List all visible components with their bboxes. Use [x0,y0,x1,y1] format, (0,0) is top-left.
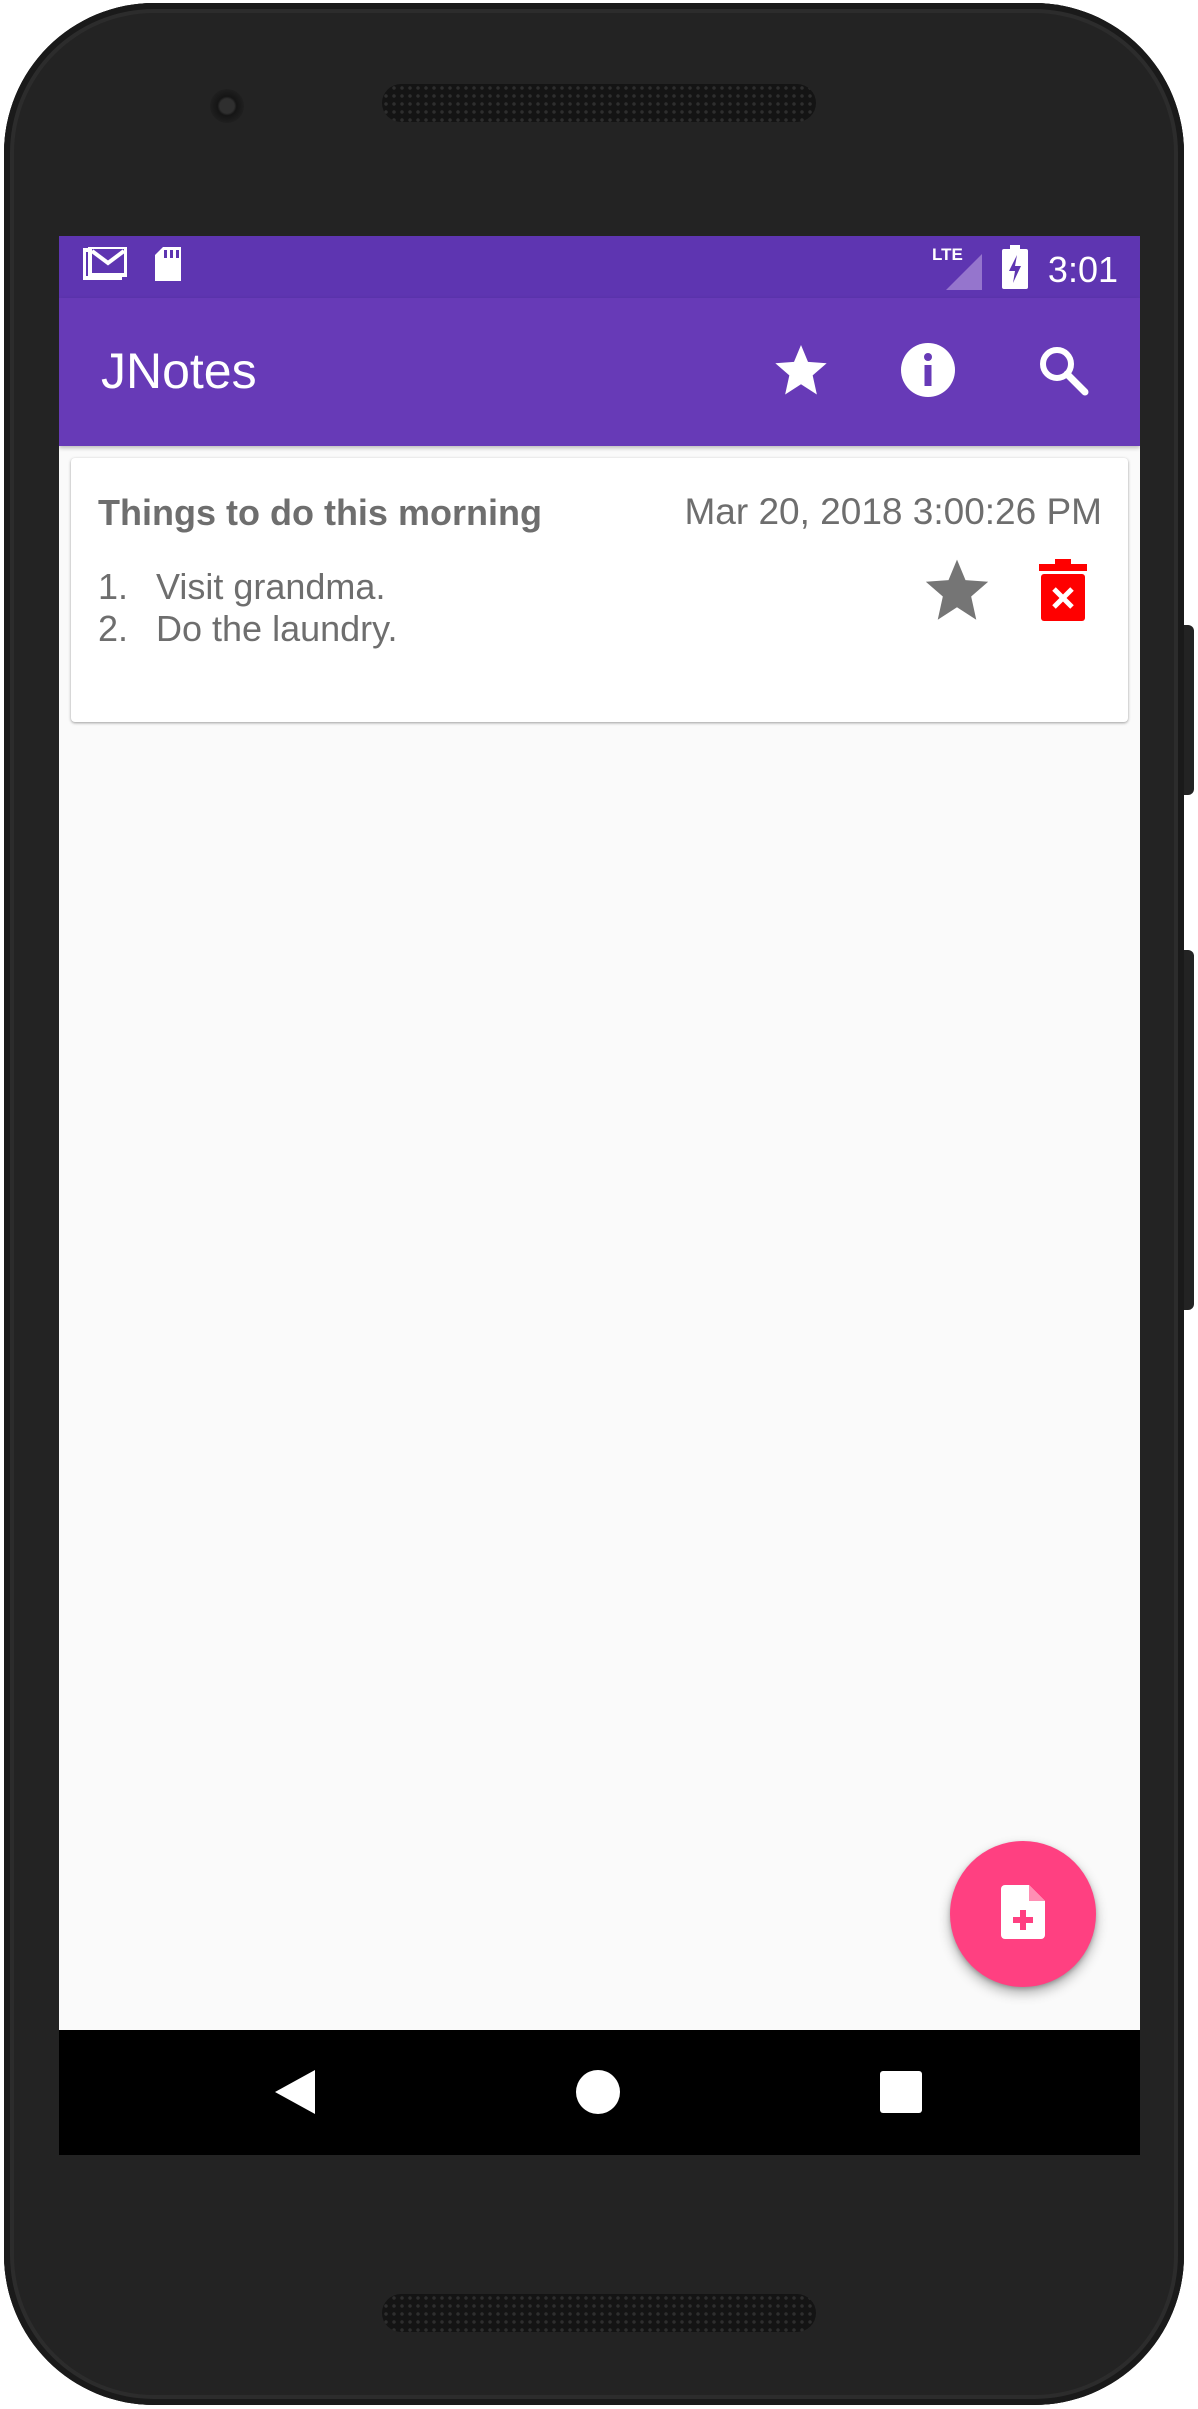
volume-button [1184,625,1194,795]
status-time: 3:01 [1047,248,1118,290]
star-icon [923,557,991,628]
note-favorite-button[interactable] [919,554,995,630]
list-text: Do the laundry. [156,608,398,649]
phone-frame: LTE 3:01 JNotes Things to do this mornin… [4,3,1184,2405]
list-number: 1. [98,566,129,607]
top-speaker [382,84,816,122]
list-text: Visit grandma. [156,566,386,607]
add-note-icon [1001,1884,1045,1944]
back-button[interactable] [253,2052,337,2136]
note-list-item: 2. Do the laundry. [98,608,397,650]
search-icon [1037,344,1089,401]
navigation-bar [59,2030,1140,2155]
note-delete-button[interactable] [1027,554,1099,630]
app-bar: JNotes [59,298,1140,446]
info-button[interactable] [892,336,964,408]
delete-icon [1039,558,1087,626]
sd-card-icon [153,247,183,286]
screen: LTE 3:01 JNotes Things to do this mornin… [59,236,1140,2155]
status-bar: LTE 3:01 [59,236,1140,298]
search-button[interactable] [1027,336,1099,408]
home-icon [575,2069,621,2120]
gmail-icon [82,245,128,286]
favorites-button[interactable] [765,336,837,408]
note-body: 1. Visit grandma. 2. Do the laundry. [98,566,397,650]
list-number: 2. [98,608,129,649]
battery-charging-icon [1001,245,1028,294]
front-camera [210,89,244,123]
note-card[interactable]: Things to do this morning Mar 20, 2018 3… [71,458,1128,722]
add-note-button[interactable] [950,1841,1096,1987]
svg-text:LTE: LTE [932,245,963,264]
back-icon [275,2069,315,2119]
note-title: Things to do this morning [98,492,542,533]
recents-button[interactable] [859,2052,943,2136]
home-button[interactable] [556,2052,640,2136]
star-icon [773,343,829,402]
bottom-speaker [382,2294,816,2332]
info-icon [900,342,956,403]
lte-signal-icon: LTE [932,244,982,295]
power-button [1184,950,1194,1310]
recents-icon [880,2070,922,2118]
app-title: JNotes [101,343,257,399]
note-list-item: 1. Visit grandma. [98,566,397,608]
note-date: Mar 20, 2018 3:00:26 PM [684,491,1102,532]
